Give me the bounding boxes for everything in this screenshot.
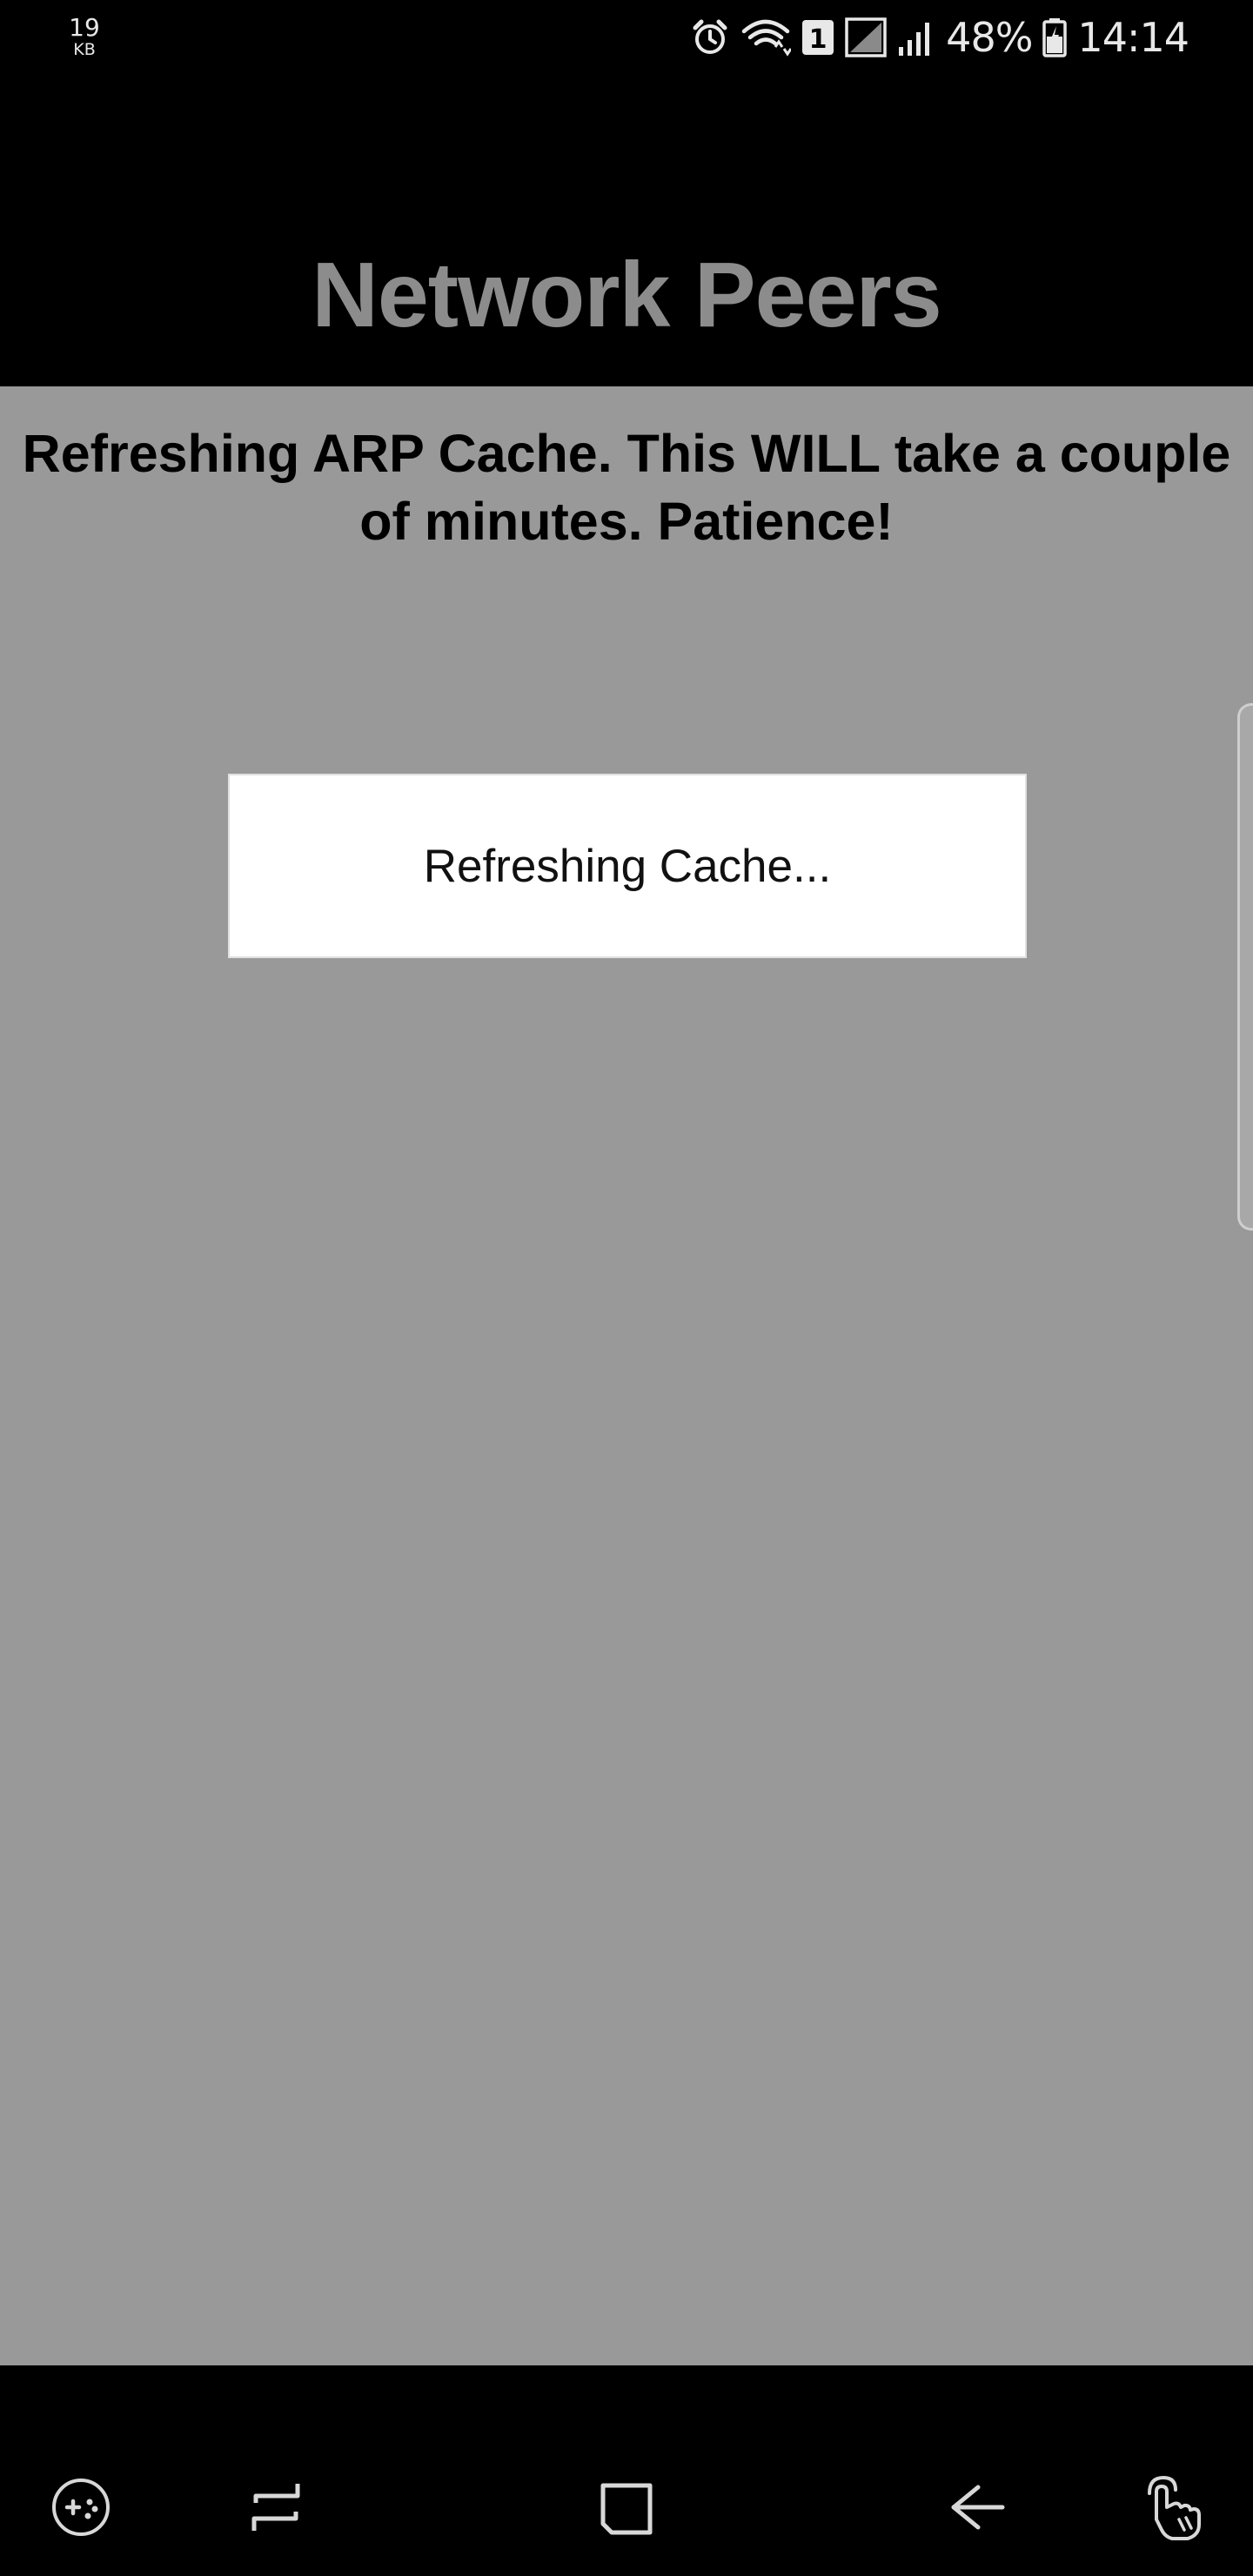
edge-panel-handle[interactable] bbox=[1237, 703, 1253, 1231]
progress-dialog-text: Refreshing Cache... bbox=[423, 840, 832, 892]
back-icon bbox=[947, 2477, 1008, 2542]
no-signal-icon bbox=[845, 17, 887, 57]
wifi-icon bbox=[740, 17, 792, 57]
app-header: Network Peers bbox=[0, 75, 1253, 386]
assistant-touch-button[interactable] bbox=[1131, 2470, 1209, 2548]
battery-percent: 48% bbox=[946, 14, 1033, 61]
network-speed-unit: KB bbox=[73, 40, 96, 59]
recents-icon bbox=[245, 2477, 306, 2542]
status-icons: 1 48% 14:14 bbox=[690, 9, 1189, 66]
sim-1-icon: 1 bbox=[801, 19, 834, 56]
main-content: Refreshing ARP Cache. This WILL take a c… bbox=[0, 386, 1253, 2365]
progress-dialog: Refreshing Cache... bbox=[228, 774, 1027, 958]
back-button[interactable] bbox=[938, 2470, 1016, 2548]
battery-icon bbox=[1042, 17, 1068, 57]
recents-button[interactable] bbox=[237, 2470, 315, 2548]
network-speed-indicator: 19 KB bbox=[54, 16, 115, 58]
signal-icon bbox=[897, 17, 935, 57]
home-icon bbox=[596, 2477, 657, 2542]
game-tools-icon bbox=[50, 2476, 112, 2543]
assistant-touch-icon bbox=[1136, 2472, 1205, 2546]
page-title: Network Peers bbox=[312, 244, 941, 346]
sim-label: 1 bbox=[809, 24, 828, 55]
screen: 19 KB 1 48% 14:14 Network Peers Refreshi… bbox=[0, 0, 1253, 2576]
game-tools-button[interactable] bbox=[42, 2470, 120, 2548]
refresh-status-message: Refreshing ARP Cache. This WILL take a c… bbox=[22, 424, 1231, 551]
network-speed-value: 19 bbox=[69, 13, 100, 42]
alarm-icon bbox=[690, 17, 730, 57]
home-button[interactable] bbox=[587, 2470, 666, 2548]
status-bar: 19 KB 1 48% 14:14 bbox=[0, 0, 1253, 75]
clock: 14:14 bbox=[1077, 14, 1189, 61]
